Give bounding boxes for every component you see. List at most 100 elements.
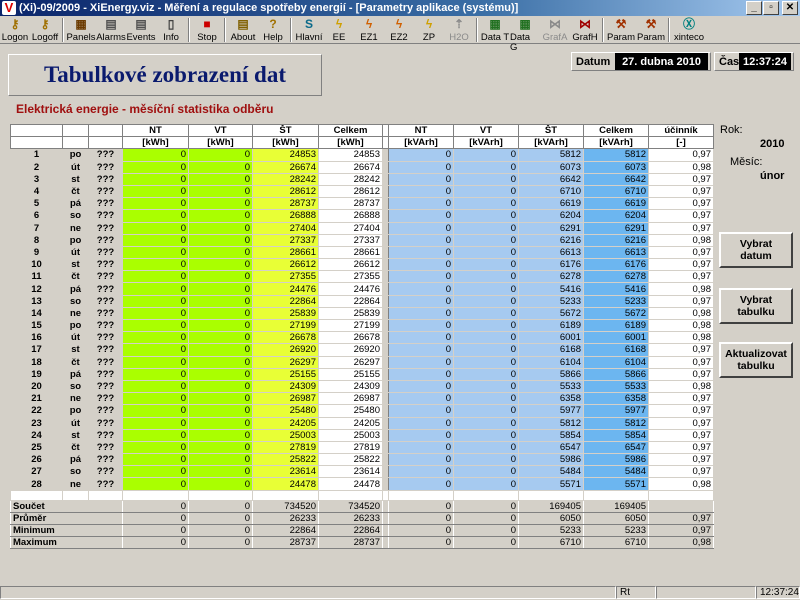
toolbar-button-grafa[interactable]: ⋈ GrafA	[540, 16, 570, 44]
table-cell: 25480	[252, 404, 319, 418]
table-header-cell	[10, 123, 63, 138]
toolbar-button-data-t[interactable]: ▦ Data T	[480, 16, 510, 44]
table-cell: 0	[388, 465, 454, 479]
table-cell: 0	[188, 453, 253, 467]
table-cell: 27199	[318, 318, 383, 333]
day-of-week: ne	[62, 392, 89, 406]
toolbar-separator	[224, 18, 226, 42]
table-cell: 0	[188, 379, 253, 394]
table-cell: 22864	[252, 294, 319, 308]
table-cell: 0	[122, 343, 189, 357]
toolbar-button-logon[interactable]: ⚷ Logon	[0, 16, 30, 44]
summary-cell: 6050	[583, 511, 649, 526]
summary-cell: 26233	[252, 511, 319, 526]
table-cell: 5812	[518, 416, 584, 430]
table-cell: 0	[122, 306, 189, 321]
toolbar-button-about[interactable]: ▤ About	[228, 16, 258, 44]
close-button[interactable]: ✕	[782, 1, 798, 15]
column-header-unit: [kVArh]	[388, 136, 454, 150]
table-row: 12 pá??? 0 0 24476 24476 0 0 5416 5416 0,98	[10, 282, 714, 296]
table-cell: 6613	[518, 245, 584, 260]
table-cell: 0	[453, 477, 519, 491]
table-cell: 0	[388, 477, 454, 491]
column-header-unit: [kWh]	[252, 136, 319, 150]
table-cell: 0	[388, 221, 454, 235]
toolbar-button-param[interactable]: ⚒ Param	[636, 16, 666, 44]
table-cell: 0	[188, 197, 253, 211]
table-cell: 0	[188, 282, 253, 296]
toolbar-separator	[290, 18, 292, 42]
summary-label: Minimum	[10, 523, 123, 538]
toolbar-button-label: Logoff	[31, 32, 59, 43]
toolbar-button-alarms[interactable]: ▤ Alarms	[96, 16, 126, 44]
summary-cell: 0	[388, 536, 454, 550]
day-number: 22	[10, 404, 63, 418]
summary-cell: 0	[453, 511, 519, 526]
toolbar-button-param[interactable]: ⚒ Param	[606, 16, 636, 44]
toolbar-button-info[interactable]: ▯ Info	[156, 16, 186, 44]
refresh-table-button[interactable]: Aktualizovat tabulku	[719, 342, 793, 378]
table-cell: 27819	[252, 440, 319, 455]
summary-cell: 26233	[318, 511, 383, 526]
toolbar-button-ez1[interactable]: ϟ EZ1	[354, 16, 384, 44]
toolbar-button-grafh[interactable]: ⋈ GrafH	[570, 16, 600, 44]
day-number: 19	[10, 367, 63, 381]
toolbar-button-help[interactable]: ? Help	[258, 16, 288, 44]
table-cell: 0	[122, 318, 189, 333]
year-label: Rok:	[720, 124, 743, 136]
toolbar-button-xinteco[interactable]: Ⓧxinteco	[672, 16, 706, 44]
column-header-unit: [kVArh]	[518, 136, 584, 150]
day-of-week: st	[62, 172, 89, 186]
day-number: 8	[10, 233, 63, 247]
day-status: ???	[88, 416, 123, 430]
toolbar-button-label: GrafA	[542, 32, 568, 43]
table-header-cell	[62, 123, 89, 138]
table-cell: 5977	[518, 404, 584, 418]
table-cell: 0	[453, 209, 519, 223]
day-of-week: pá	[62, 367, 89, 381]
table-cell: 25839	[252, 306, 319, 321]
table-spacer-row	[10, 489, 714, 501]
toolbar-button-ee[interactable]: ϟ EE	[324, 16, 354, 44]
day-number: 5	[10, 197, 63, 211]
tools-icon: ⚒	[645, 17, 657, 31]
select-date-button[interactable]: Vybrat datum	[719, 232, 793, 268]
day-number: 2	[10, 160, 63, 174]
table-cell: 6619	[518, 197, 584, 211]
toolbar-button-zp[interactable]: ϟ ZP	[414, 16, 444, 44]
toolbar-button-hlavn-[interactable]: S Hlavní	[294, 16, 324, 44]
table-cell: 0	[453, 221, 519, 235]
table-cell: 0	[122, 392, 189, 406]
day-number: 21	[10, 392, 63, 406]
summary-cell: 0	[388, 523, 454, 538]
table-cell: 0	[188, 221, 253, 235]
toolbar-button-events[interactable]: ▤ Events	[126, 16, 156, 44]
day-number: 7	[10, 221, 63, 235]
toolbar-button-logoff[interactable]: ⚷ Logoff	[30, 16, 60, 44]
summary-row: Součet 0 0 734520 734520 0 0 169405 169405	[10, 499, 714, 513]
toolbar-button-panels[interactable]: ▦ Panels	[66, 16, 96, 44]
restore-button[interactable]: ▫	[763, 1, 779, 15]
day-number: 14	[10, 306, 63, 321]
toolbar-button-label: Hlavní	[295, 32, 323, 43]
toolbar-button-data-g[interactable]: ▦ Data G	[510, 16, 540, 53]
toolbar-button-stop[interactable]: ■ Stop	[192, 16, 222, 44]
toolbar-button-label: Param	[607, 32, 635, 43]
table-cell: 5812	[583, 148, 649, 162]
day-number: 9	[10, 245, 63, 260]
summary-label: Průměr	[10, 511, 123, 526]
table-cell: 28737	[252, 197, 319, 211]
table-cell: 0,98	[648, 282, 714, 296]
table-cell: 28661	[252, 245, 319, 260]
toolbar-button-ez2[interactable]: ϟ EZ2	[384, 16, 414, 44]
minimize-button[interactable]: _	[746, 1, 762, 15]
table-cell: 0	[388, 160, 454, 174]
toolbar-button-label: GrafH	[572, 32, 598, 43]
table-spacer-cell	[88, 489, 123, 501]
table-cell: 26674	[252, 160, 319, 174]
table-cell: 6216	[518, 233, 584, 247]
select-table-button[interactable]: Vybrat tabulku	[719, 288, 793, 324]
table-cell: 28612	[318, 184, 383, 199]
table-cell: 0,97	[648, 270, 714, 284]
toolbar-button-h2o[interactable]: ⇡ H2O	[444, 16, 474, 44]
